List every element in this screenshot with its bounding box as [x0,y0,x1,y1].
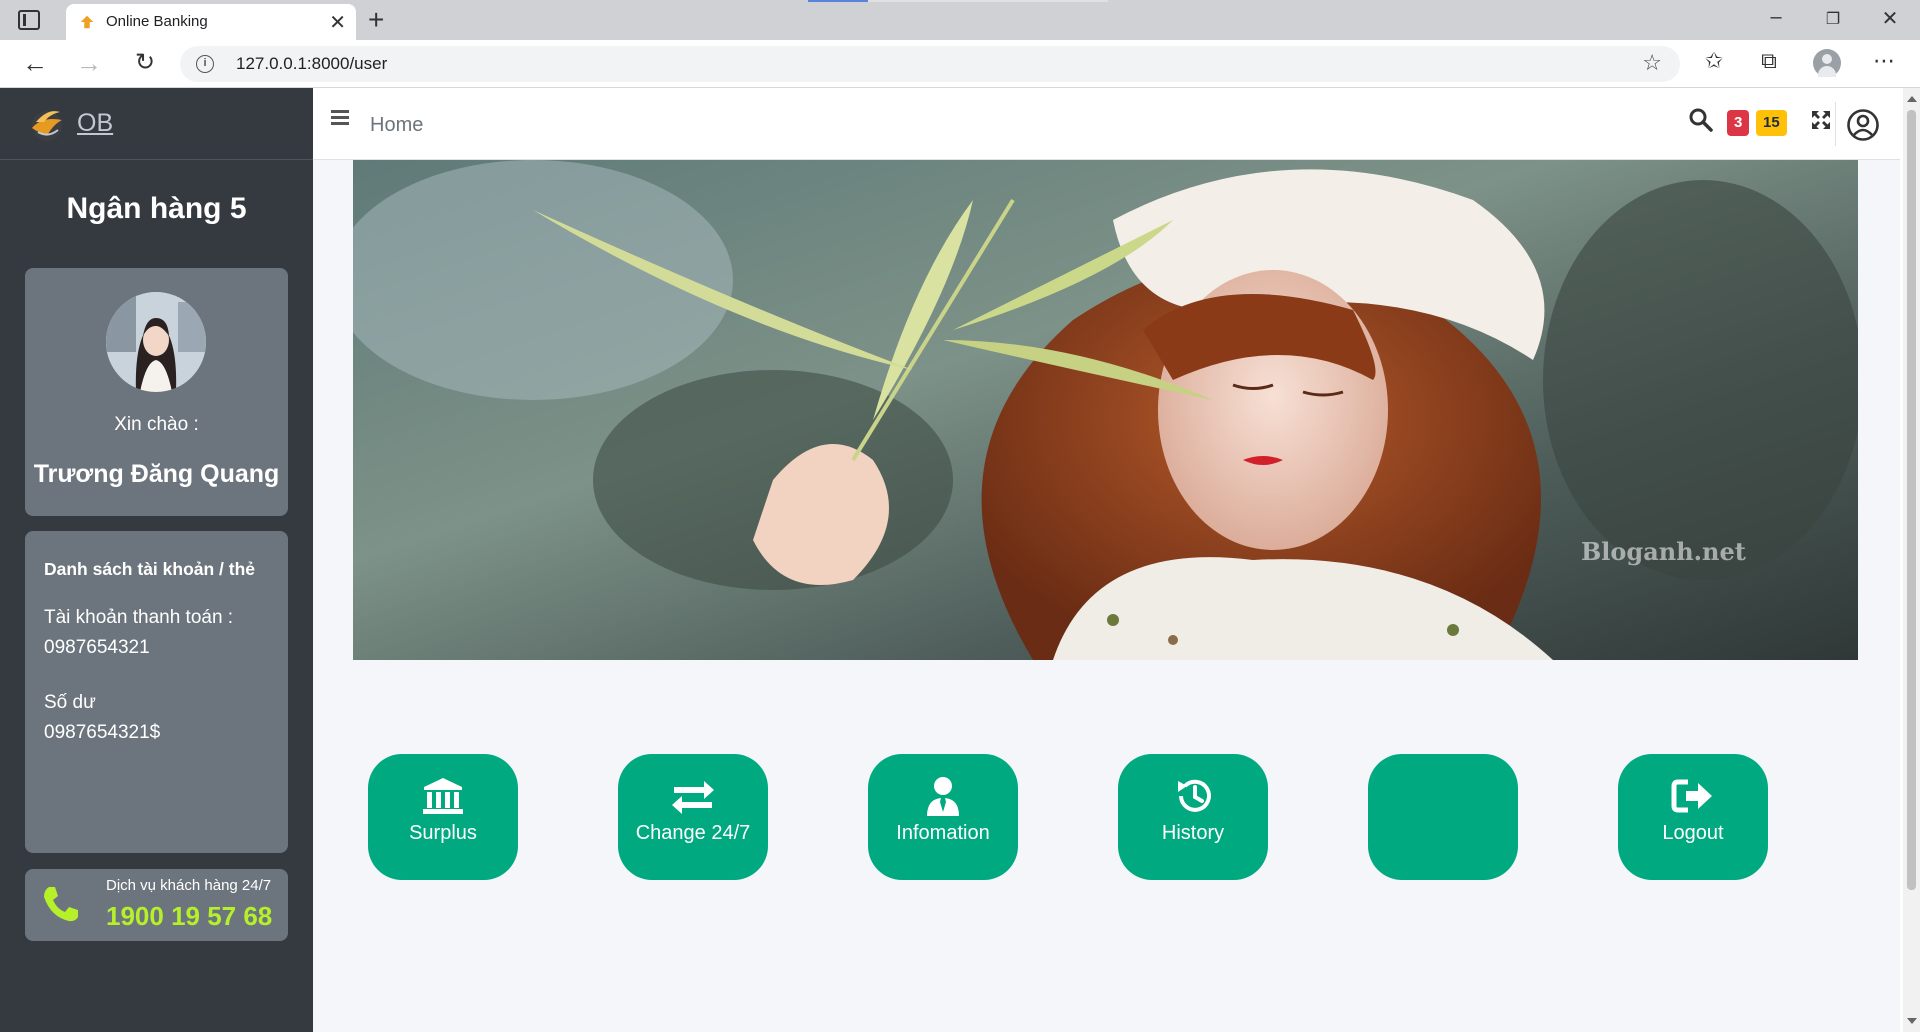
notification-badge-yellow[interactable]: 15 [1756,110,1787,136]
customer-support-panel[interactable]: Dịch vụ khách hàng 24/7 1900 19 57 68 [25,869,288,941]
greeting-text: Xin chào : [114,414,199,435]
balance-label: Số dư [44,692,96,713]
change-24-7-button[interactable]: Change 24/7 [618,754,768,880]
exchange-icon [672,781,714,814]
scroll-up-icon[interactable] [1907,96,1917,102]
brand-link[interactable]: OB [0,88,313,160]
history-label: History [1161,822,1225,844]
account-list-panel: Danh sách tài khoản / thẻ Tài khoản than… [25,531,288,853]
history-icon [1178,779,1211,812]
payment-account-label: Tài khoản thanh toán : [44,607,234,628]
menu-toggle-icon[interactable] [331,110,353,128]
site-favicon-icon [80,15,94,29]
back-icon[interactable]: ← [18,48,52,78]
tab-close-icon[interactable]: ✕ [329,10,346,35]
quick-actions: Surplus Change 24/7 Infomation History L… [368,754,1868,880]
sign-out-icon [1671,779,1712,813]
tab-title: Online Banking [106,13,208,30]
navbar-divider [1835,102,1836,146]
user-account-icon[interactable] [1846,108,1880,142]
favorites-icon[interactable]: ✩ [1697,48,1731,74]
account-list-title: Danh sách tài khoản / thẻ [44,559,256,579]
logout-label: Logout [1662,822,1724,844]
top-navbar: Home 3 15 [313,88,1900,160]
surplus-button[interactable]: Surplus [368,754,518,880]
address-bar: ← → ↻ i 127.0.0.1:8000/user ☆ ✩ ⧉ ⋯ [0,40,1920,88]
forward-icon[interactable]: → [72,48,106,78]
bank-name: Ngân hàng 5 [66,192,247,225]
avatar-image [106,292,206,392]
collections-icon[interactable]: ⧉ [1752,48,1786,74]
tab-actions-icon[interactable] [18,10,40,30]
browser-tab-bar: Online Banking ✕ + – ❐ ✕ [0,0,1920,40]
restore-icon[interactable]: ❐ [1813,9,1853,29]
change-24-7-label: Change 24/7 [635,822,751,844]
support-phone-number[interactable]: 1900 19 57 68 [106,901,272,932]
hero-watermark: Bloganh.net [1581,537,1746,566]
add-favorite-icon[interactable]: ☆ [1642,50,1662,76]
blank-action-button[interactable] [1368,754,1518,880]
hero-banner-image: Bloganh.net [353,160,1858,660]
url-text[interactable]: 127.0.0.1:8000/user [236,54,387,74]
brand-logo-icon [32,111,62,141]
reload-icon[interactable]: ↻ [128,48,162,78]
infomation-button[interactable]: Infomation [868,754,1018,880]
site-info-icon[interactable]: i [196,55,214,73]
portrait-photo: Bloganh.net [353,160,1858,660]
more-menu-icon[interactable]: ⋯ [1867,48,1901,74]
support-label: Dịch vụ khách hàng 24/7 [106,877,272,894]
main-content: Home 3 15 Bloganh.net Surplus Change 24/… [313,88,1900,1032]
user-tie-icon [927,777,959,816]
url-field[interactable]: i 127.0.0.1:8000/user ☆ [180,46,1680,82]
scrollbar-thumb[interactable] [1907,110,1916,890]
bank-icon [423,778,463,814]
window-close-icon[interactable]: ✕ [1870,6,1910,31]
minimize-icon[interactable]: – [1756,6,1796,29]
payment-account-number: 0987654321 [44,637,150,658]
fullscreen-icon[interactable] [1809,108,1833,132]
search-icon[interactable] [1688,107,1714,133]
browser-tab[interactable]: Online Banking ✕ [66,4,356,40]
history-button[interactable]: History [1118,754,1268,880]
logout-button[interactable]: Logout [1618,754,1768,880]
avatar [106,292,206,392]
user-name: Trương Đăng Quang [33,460,280,488]
phone-icon [44,887,78,922]
home-link[interactable]: Home [370,114,423,137]
balance-value: 0987654321$ [44,722,161,743]
user-panel: Xin chào : Trương Đăng Quang [25,268,288,516]
loading-indicator [808,0,1108,2]
sidebar: OB Ngân hàng 5 Xin chào : Trương Đăng Qu… [0,88,313,1032]
scroll-down-icon[interactable] [1907,1018,1917,1024]
profile-icon[interactable] [1813,49,1841,77]
brand-text[interactable]: OB [77,109,113,138]
new-tab-icon[interactable]: + [368,4,384,36]
surplus-label: Surplus [409,822,477,844]
infomation-label: Infomation [896,822,990,844]
vertical-scrollbar[interactable] [1903,88,1920,1032]
notification-badge-red[interactable]: 3 [1727,110,1750,136]
